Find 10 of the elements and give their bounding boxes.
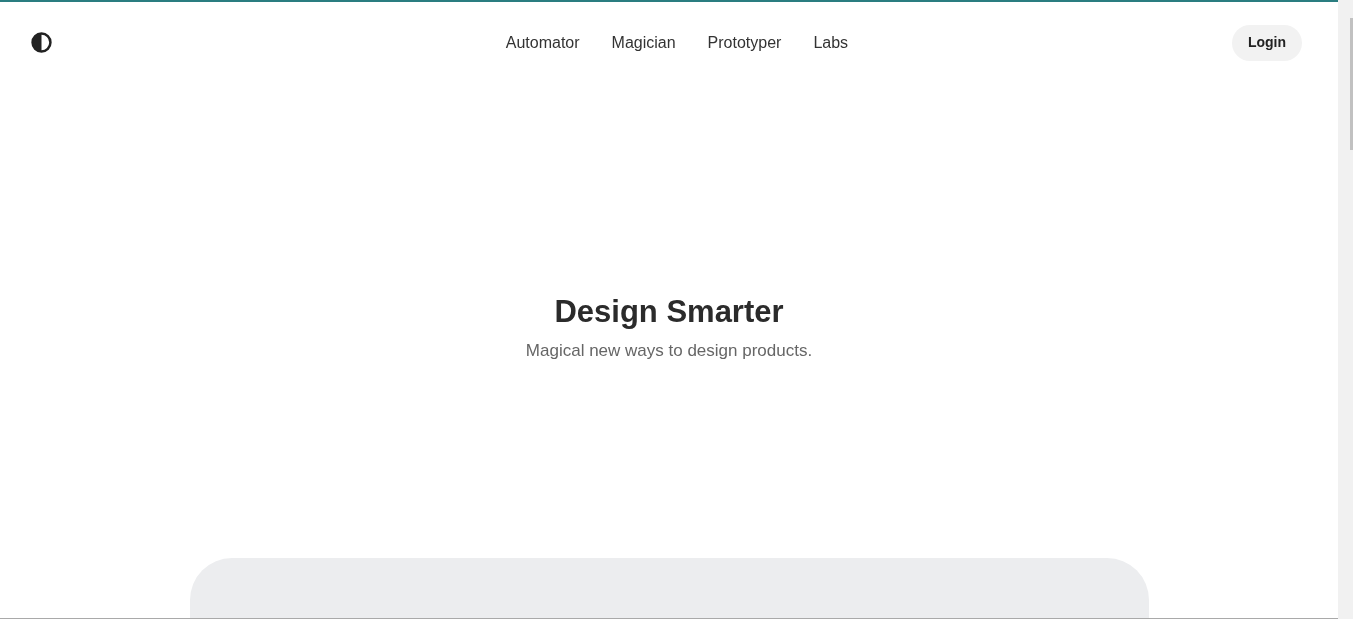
scrollbar[interactable] (1338, 0, 1353, 619)
nav-link[interactable]: Prototyper (707, 30, 782, 55)
nav-link[interactable]: Magician (611, 30, 676, 55)
contrast-icon[interactable] (31, 32, 52, 54)
scrollbar-thumb[interactable] (1350, 18, 1353, 150)
nav-link[interactable]: Automator (505, 30, 580, 55)
hero-title: Design Smarter (554, 292, 784, 331)
login-button[interactable]: Login (1231, 24, 1302, 61)
hero-subtitle: Magical new ways to design products. (525, 339, 813, 362)
nav-link[interactable]: Labs (813, 30, 849, 55)
